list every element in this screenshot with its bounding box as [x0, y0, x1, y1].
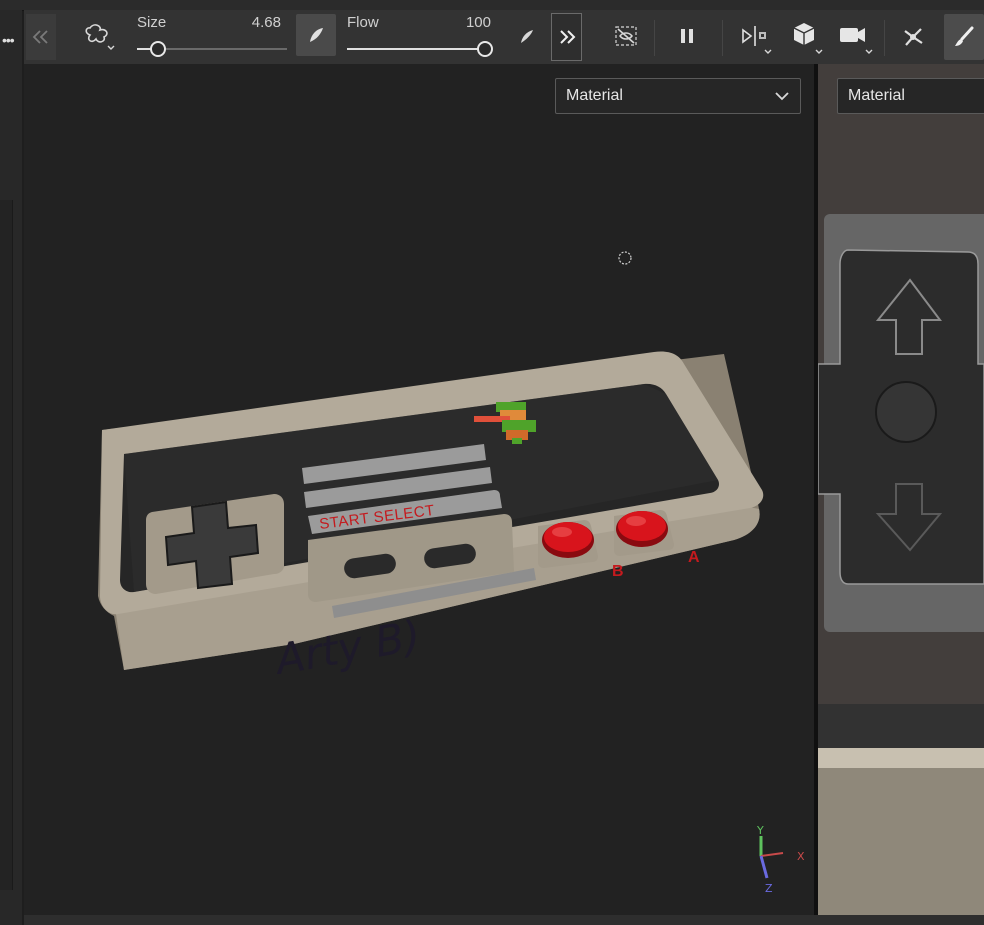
- toolbar-separator: [722, 20, 723, 56]
- size-slider[interactable]: [137, 40, 287, 58]
- pressure-icon: [310, 28, 323, 42]
- axis-z-label: Z: [765, 882, 773, 895]
- symmetry-button[interactable]: [736, 16, 776, 60]
- viewport-material-label: Material: [566, 87, 623, 104]
- more-options-icon[interactable]: •••: [2, 32, 15, 48]
- a-button-label: A: [688, 549, 700, 566]
- flow-slider[interactable]: [347, 40, 493, 58]
- collapse-left-button[interactable]: [26, 14, 56, 60]
- toolbar-separator: [884, 20, 885, 56]
- left-dock: •••: [0, 10, 22, 925]
- toolbar-separator: [654, 20, 655, 56]
- paint-tool-button[interactable]: [944, 14, 984, 60]
- brush-shape-icon: [85, 24, 115, 50]
- particles-icon: [904, 28, 923, 46]
- camera-icon: [840, 28, 873, 54]
- axis-x-label: X: [797, 850, 805, 863]
- uv-texture-image: [818, 64, 984, 915]
- flow-label: Flow: [347, 14, 379, 31]
- axis-y-label: Y: [756, 826, 764, 837]
- flow-slider-thumb[interactable]: [477, 41, 493, 57]
- hide-mask-icon: [615, 26, 637, 46]
- paint-brush-icon: [955, 26, 974, 46]
- view-mode-button[interactable]: [784, 16, 828, 60]
- brush-cursor-icon: [618, 251, 632, 265]
- flow-pressure-toggle[interactable]: [512, 16, 542, 56]
- tool-properties-bar: Size 4.68 Flow 100: [24, 10, 984, 64]
- 3d-viewport[interactable]: Material START SELECT B A Arty B) Y X Z: [24, 64, 814, 915]
- particles-button[interactable]: [896, 16, 930, 58]
- viewport-material-dropdown[interactable]: Material: [555, 78, 801, 114]
- size-pressure-toggle[interactable]: [296, 14, 336, 56]
- b-button-label: B: [612, 563, 624, 580]
- status-bar: [24, 915, 984, 925]
- pen-icon: [521, 30, 533, 43]
- 2d-texture-view[interactable]: Material: [818, 64, 984, 915]
- pause-button[interactable]: [672, 16, 702, 56]
- size-value[interactable]: 4.68: [224, 14, 281, 31]
- size-label: Size: [137, 14, 167, 31]
- chevron-down-icon: [775, 92, 789, 101]
- axis-gizmo: Y X Z: [756, 826, 805, 895]
- size-slider-thumb[interactable]: [150, 41, 166, 57]
- hide-mask-button[interactable]: [608, 16, 644, 56]
- expand-right-icon: [559, 30, 575, 44]
- uv-material-label: Material: [848, 87, 905, 104]
- game-controller-model[interactable]: START SELECT B A Arty B): [94, 344, 774, 674]
- brush-shape-button[interactable]: [80, 18, 120, 58]
- collapse-left-icon: [32, 30, 48, 44]
- flow-value[interactable]: 100: [434, 14, 491, 31]
- uv-material-dropdown[interactable]: Material: [837, 78, 984, 114]
- camera-button[interactable]: [832, 16, 878, 60]
- cube-icon: [793, 23, 823, 54]
- symmetry-icon: [742, 26, 772, 54]
- expand-right-button[interactable]: [551, 13, 582, 61]
- pause-icon: [681, 29, 693, 43]
- left-panel-edge: [0, 200, 13, 890]
